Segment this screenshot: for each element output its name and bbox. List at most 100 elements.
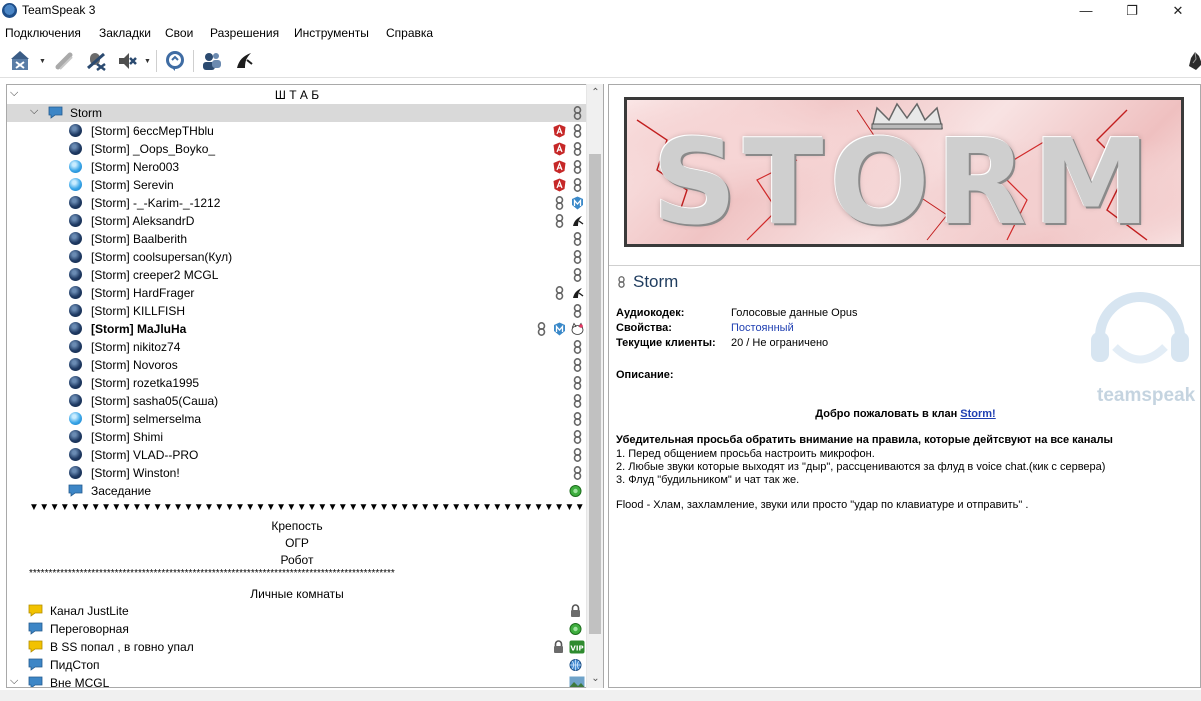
scroll-down-icon[interactable]: ⌄ xyxy=(587,670,604,687)
private-channel-row[interactable]: Канал JustLite xyxy=(7,602,587,620)
chain-icon xyxy=(573,250,582,264)
angular-icon xyxy=(553,178,566,192)
chain-icon xyxy=(555,214,564,228)
away-status-icon[interactable] xyxy=(163,49,187,73)
rule-item: 3. Флуд "будильником" и чат так же. xyxy=(616,474,800,486)
rule-item: 2. Любые звуки которые выходят из "дыр",… xyxy=(616,461,1106,473)
contacts-icon[interactable] xyxy=(200,49,224,73)
server-row[interactable]: ⌵ Ш Т А Б xyxy=(7,86,587,104)
client-row[interactable]: [Storm] rozetka1995 xyxy=(7,374,587,392)
channel-row-storm[interactable]: ⌵ Storm xyxy=(7,104,587,122)
channel-info-panel: STORM Storm Аудиокодек: Голосовые данные… xyxy=(608,84,1201,688)
client-row[interactable]: [Storm] -_-Karim-_-1212 xyxy=(7,194,587,212)
chain-icon xyxy=(573,142,582,156)
spacer-row[interactable]: Личные комнаты xyxy=(7,585,587,603)
spacer-row[interactable]: ОГР xyxy=(7,534,587,552)
maximize-button[interactable]: ❐ xyxy=(1109,0,1155,22)
subchannel-row[interactable]: Заседание xyxy=(7,482,587,500)
channel-icon xyxy=(48,106,63,119)
separator-stars[interactable]: ****************************************… xyxy=(7,566,587,584)
minimize-button[interactable]: — xyxy=(1063,0,1109,22)
client-name: [Storm] Nero003 xyxy=(91,160,180,174)
mute-speakers-icon[interactable] xyxy=(115,49,139,73)
wolf-logo-icon[interactable] xyxy=(1183,49,1201,73)
client-row[interactable]: [Storm] Winston! xyxy=(7,464,587,482)
client-row[interactable]: [Storm] HardFrager xyxy=(7,284,587,302)
client-row[interactable]: [Storm] Nero003 xyxy=(7,158,587,176)
client-row[interactable]: [Storm] KILLFISH xyxy=(7,302,587,320)
client-status-icon xyxy=(69,448,82,461)
client-row[interactable]: [Storm] sasha05(Саша) xyxy=(7,392,587,410)
client-row[interactable]: [Storm] Novoros xyxy=(7,356,587,374)
scroll-thumb[interactable] xyxy=(589,154,601,634)
private-channel-row[interactable]: Переговорная xyxy=(7,620,587,638)
logo-text: teamspeak xyxy=(1097,385,1196,406)
chevron-down-icon[interactable]: ⌵ xyxy=(30,105,38,118)
mute-mic-icon[interactable] xyxy=(84,49,108,73)
chain-icon xyxy=(573,376,582,390)
channel-icon xyxy=(28,604,43,617)
channel-name: В SS попал , в говно упал xyxy=(50,640,194,654)
menu-connections[interactable]: Подключения xyxy=(5,26,81,40)
chain-icon xyxy=(573,430,582,444)
chain-icon xyxy=(573,448,582,462)
channel-name: Вне MCGL xyxy=(50,676,110,688)
client-row[interactable]: [Storm] Baalberith xyxy=(7,230,587,248)
close-button[interactable]: ✕ xyxy=(1155,0,1201,22)
spacer-row[interactable]: Крепость xyxy=(7,517,587,535)
window-title: TeamSpeak 3 xyxy=(22,3,96,17)
field-value-properties[interactable]: Постоянный xyxy=(731,322,794,334)
private-channel-row[interactable]: ⌵ Вне MCGL xyxy=(7,674,587,688)
green-dot-icon xyxy=(569,623,582,635)
private-channel-row[interactable]: ПидСтоп xyxy=(7,656,587,674)
client-row[interactable]: [Storm] 6ессМерТНblu xyxy=(7,122,587,140)
client-name: [Storm] -_-Karim-_-1212 xyxy=(91,196,221,210)
client-row[interactable]: [Storm] selmerselma xyxy=(7,410,587,428)
client-row[interactable]: [Storm] AleksandrD xyxy=(7,212,587,230)
lock-icon xyxy=(554,640,563,653)
channel-name: Storm xyxy=(70,106,103,120)
client-row[interactable]: [Storm] _Oops_Boyko_ xyxy=(7,140,587,158)
client-status-icon xyxy=(69,250,82,263)
menu-help[interactable]: Справка xyxy=(386,26,433,40)
client-row[interactable]: [Storm] Serevin xyxy=(7,176,587,194)
tree-scrollbar[interactable]: ⌃ ⌄ xyxy=(586,84,603,688)
client-row[interactable]: [Storm] nikitoz74 xyxy=(7,338,587,356)
globe-icon xyxy=(569,659,582,671)
chain-icon xyxy=(537,322,546,336)
client-row[interactable]: [Storm] MaJluHa xyxy=(7,320,587,338)
menu-permissions[interactable]: Разрешения xyxy=(210,26,279,40)
connect-icon[interactable] xyxy=(8,49,32,73)
client-status-icon xyxy=(69,322,82,335)
client-row[interactable]: [Storm] Shimi xyxy=(7,428,587,446)
rule-item: 1. Перед общением просьба настроить микр… xyxy=(616,448,875,460)
disconnect-icon[interactable] xyxy=(53,49,77,73)
clan-link[interactable]: Storm! xyxy=(960,408,995,420)
chain-icon xyxy=(573,178,582,192)
channel-name: Заседание xyxy=(91,484,152,498)
channel-name: ПидСтоп xyxy=(50,658,100,672)
client-status-icon xyxy=(69,466,82,479)
chain-icon xyxy=(555,196,564,210)
menu-bookmarks[interactable]: Закладки xyxy=(99,26,151,40)
chevron-down-icon[interactable]: ⌵ xyxy=(10,675,18,687)
client-row[interactable]: [Storm] creeper2 MCGL xyxy=(7,266,587,284)
speakers-dropdown-chevron-icon[interactable]: ▼ xyxy=(144,58,151,65)
client-name: [Storm] Serevin xyxy=(91,178,174,192)
menu-tools[interactable]: Инструменты xyxy=(294,26,369,40)
client-status-icon xyxy=(69,232,82,245)
scroll-up-icon[interactable]: ⌃ xyxy=(587,84,604,101)
connect-dropdown-chevron-icon[interactable]: ▼ xyxy=(39,58,46,65)
private-channel-row[interactable]: В SS попал , в говно упал VIP xyxy=(7,638,587,656)
lock-icon xyxy=(571,604,580,617)
separator-triangles[interactable]: ▼▼▼▼▼▼▼▼▼▼▼▼▼▼▼▼▼▼▼▼▼▼▼▼▼▼▼▼▼▼▼▼▼▼▼▼▼▼▼▼… xyxy=(7,500,587,518)
wolf-icon xyxy=(573,288,584,298)
svg-text:VIP: VIP xyxy=(570,645,583,653)
client-row[interactable]: [Storm] coolsupersan(Кул) xyxy=(7,248,587,266)
client-row[interactable]: [Storm] VLAD--PRO xyxy=(7,446,587,464)
menu-self[interactable]: Свои xyxy=(165,26,193,40)
channel-tree: ⌵ Ш Т А Б ⌵ Storm [Storm] 6ессМерТНblu [S… xyxy=(6,84,604,688)
chain-icon xyxy=(573,124,582,138)
hotkey-icon[interactable] xyxy=(232,49,256,73)
angular-icon xyxy=(553,142,566,156)
